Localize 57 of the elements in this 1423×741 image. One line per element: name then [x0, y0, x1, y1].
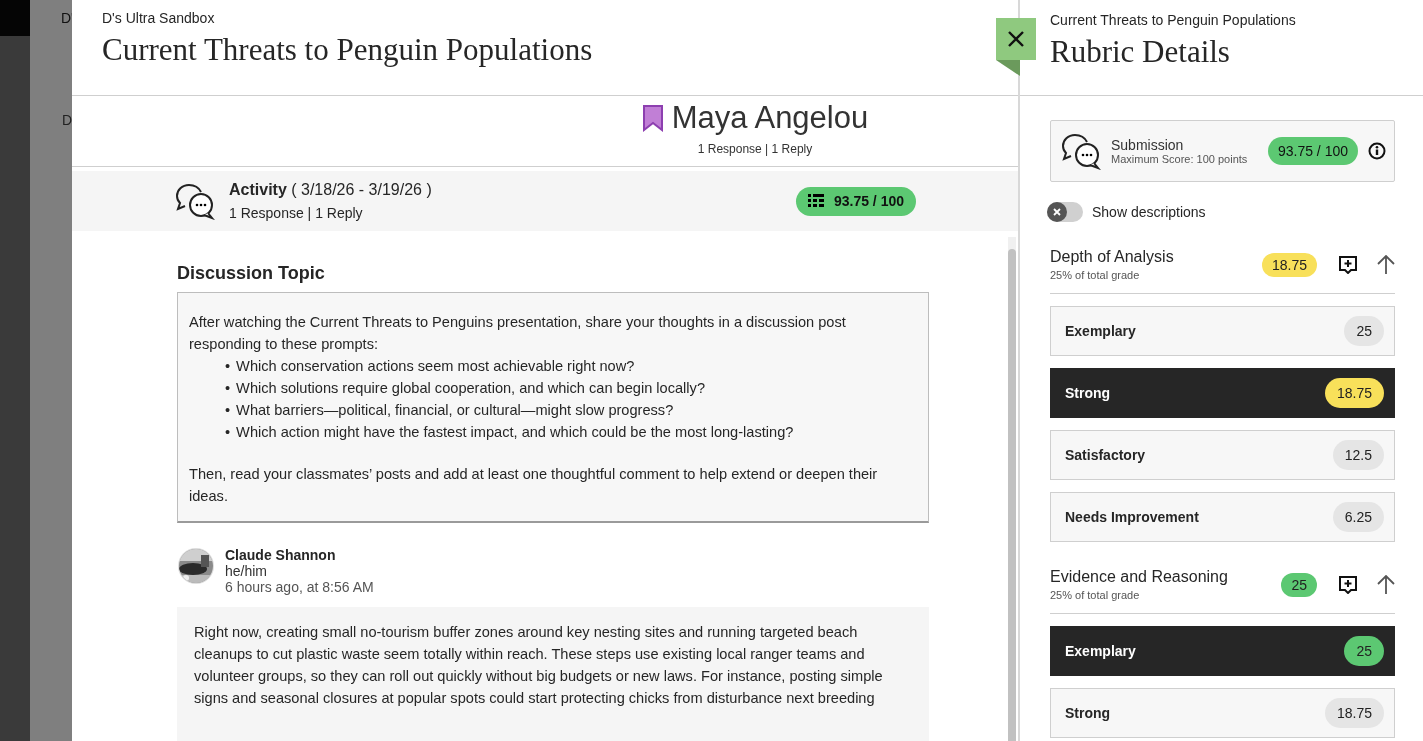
chat-icon — [1061, 132, 1101, 170]
score-pill: 18.75 — [1261, 252, 1317, 277]
collapse-icon[interactable] — [1377, 574, 1395, 595]
author-name: Claude Shannon — [225, 547, 337, 563]
post-time: 6 hours ago, at 8:56 AM — [225, 579, 374, 595]
rubric-level[interactable]: Needs Improvement 6.25 — [1050, 492, 1395, 542]
rubric-level[interactable]: Strong 18.75 — [1050, 688, 1395, 738]
collapse-icon[interactable] — [1377, 254, 1395, 275]
close-icon — [1007, 30, 1025, 48]
chat-icon — [175, 182, 215, 220]
toggle-label: Show descriptions — [1092, 204, 1206, 220]
nav-tab[interactable]: D — [62, 112, 72, 128]
prompt-item: Which conservation actions seem most achievable right now? — [236, 357, 635, 376]
bullet-mark: • — [225, 423, 231, 442]
student-name: Maya Angelou — [671, 100, 869, 136]
assignment-name: Current Threats to Penguin Populations — [1050, 12, 1297, 28]
rubric-level[interactable]: Exemplary 25 — [1050, 306, 1395, 356]
bullet-mark: • — [225, 379, 231, 398]
bullet-mark: • — [225, 357, 231, 376]
score-pill: 93.75 / 100 — [1267, 137, 1358, 165]
rubric-level[interactable]: Exemplary 25 — [1050, 626, 1395, 676]
submission-label: Submission — [1111, 137, 1185, 153]
topic-text: Then, read your classmates’ posts and add at least one thoughtful comment to help extend or deepen their ideas. — [189, 465, 879, 506]
x-icon — [1053, 208, 1061, 216]
fold-icon — [996, 60, 1020, 76]
close-button[interactable] — [996, 18, 1036, 60]
activity-title: Activity ( 3/18/26 - 3/19/26 ) — [229, 181, 433, 199]
criterion-name: Evidence and Reasoning — [1050, 568, 1229, 586]
post-text: Right now, creating small no-tourism buffer zones around key nesting sites and running targeted beach cleanups to cut plastic waste seem totally within reach. These steps use existing local ranger teams and volunteer groups, so they can roll out quickly without big budgets or new laws. For instance, posting simple signs and seasonal closures at popular spots could start protecting chicks from disturbance next breeding — [194, 623, 884, 708]
info-icon[interactable] — [1368, 142, 1386, 160]
panel-title: Rubric Details — [1050, 34, 1231, 70]
author-pronouns: he/him — [225, 563, 269, 579]
bullet-mark: • — [225, 401, 231, 420]
scrollbar[interactable] — [1008, 237, 1016, 741]
score-pill: 25 — [1281, 572, 1317, 597]
criterion-name: Depth of Analysis — [1050, 248, 1175, 266]
response-count: 1 Response | 1 Reply — [697, 142, 813, 156]
prompt-item: Which solutions require global cooperation, and which can begin locally? — [236, 379, 705, 398]
rubric-level[interactable]: Satisfactory 12.5 — [1050, 430, 1395, 480]
add-feedback-icon[interactable] — [1339, 255, 1357, 274]
criterion-weight: 25% of total grade — [1050, 269, 1141, 281]
course-name: D's Ultra Sandbox — [102, 10, 216, 26]
criterion-weight: 25% of total grade — [1050, 589, 1141, 601]
prompt-item: What barriers—political, financial, or cultural—might slow progress? — [236, 401, 674, 420]
page-title: Current Threats to Penguin Populations — [102, 32, 594, 68]
rubric-level[interactable]: Strong 18.75 — [1050, 368, 1395, 418]
toggle-switch[interactable] — [1047, 202, 1083, 222]
bookmark-icon[interactable] — [641, 104, 664, 132]
prompt-item: Which action might have the fastest impact, and which could be the most long-lasting? — [236, 423, 794, 442]
top-bar — [0, 0, 30, 36]
topic-text: After watching the Current Threats to Penguins presentation, share your thoughts in a discussion post responding to these prompts: — [189, 313, 847, 354]
response-count: 1 Response | 1 Reply — [229, 205, 364, 221]
section-heading: Discussion Topic — [177, 263, 326, 284]
grade-pill[interactable]: 93.75 / 100 — [795, 186, 916, 216]
rubric-icon — [807, 194, 824, 208]
max-score: Maximum Score: 100 points — [1111, 153, 1249, 165]
add-feedback-icon[interactable] — [1339, 575, 1357, 594]
